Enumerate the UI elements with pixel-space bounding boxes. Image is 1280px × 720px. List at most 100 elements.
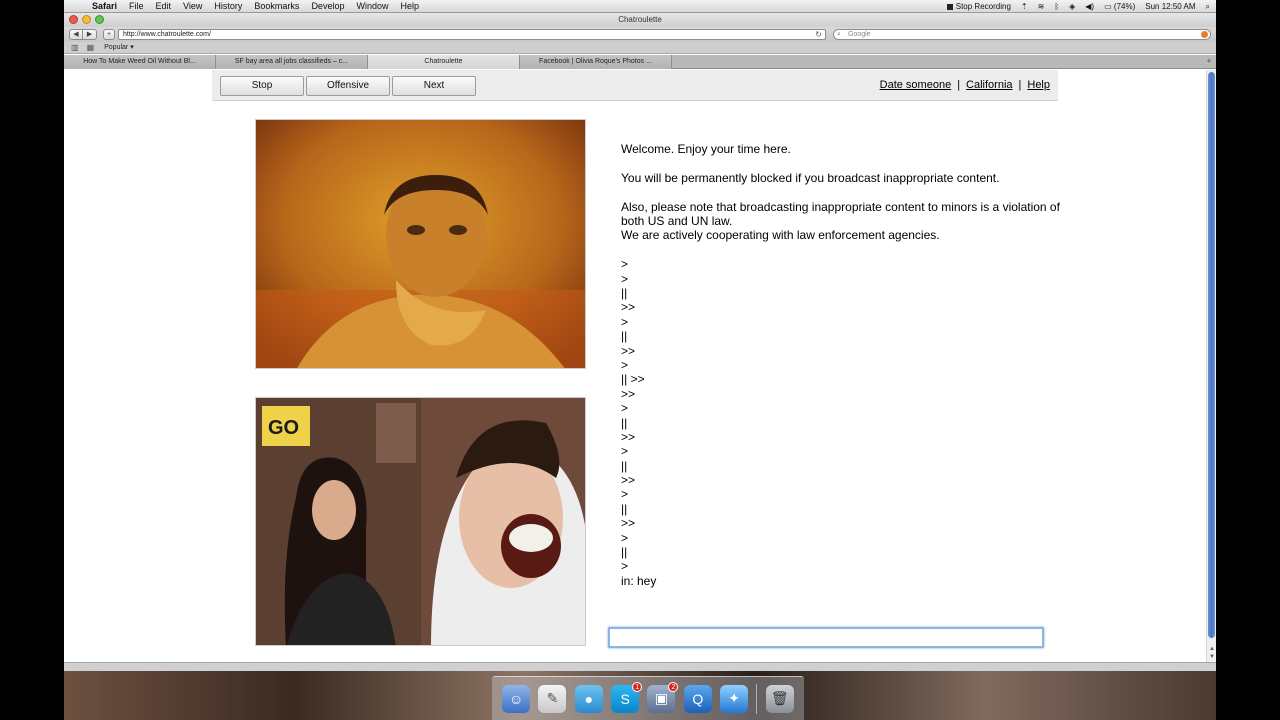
stop-button[interactable]: Stop <box>220 76 304 96</box>
chat-line: || >> <box>621 372 645 387</box>
browser-screen: Safari File Edit View History Bookmarks … <box>64 0 1216 720</box>
menu-status-area: Stop Recording ⇡ ≋ ᛒ ◈ ◀) ▭ (74%) Sun 12… <box>946 0 1210 13</box>
zoom-window-button[interactable] <box>95 15 104 24</box>
chat-line: > <box>621 314 629 329</box>
close-window-button[interactable] <box>69 15 78 24</box>
menu-bookmarks[interactable]: Bookmarks <box>254 1 307 11</box>
link-separator: | <box>957 79 961 91</box>
chat-line: > <box>621 559 629 574</box>
scroll-down-icon[interactable]: ▼ <box>1209 654 1215 660</box>
next-button[interactable]: Next <box>392 76 476 96</box>
dock-separator <box>756 683 758 714</box>
trash-icon[interactable]: 🗑 <box>765 684 794 713</box>
chat-controls-bar: Stop Offensive Next Date someone | Calif… <box>212 70 1058 101</box>
chat-line: > <box>621 257 629 272</box>
link-separator: | <box>1018 79 1022 91</box>
tab-chatroulette[interactable]: Chatroulette <box>368 55 520 69</box>
law-enforcement-notice: We are actively cooperating with law enf… <box>621 228 940 243</box>
battery-icon: ▭ <box>1104 2 1112 11</box>
dock: ☺ ✎ ● S1 ▣ 2 Q ✦ 🗑 <box>492 676 804 720</box>
clock[interactable]: Sun 12:50 AM <box>1145 2 1195 11</box>
address-bar[interactable]: http://www.chatroulette.com/ ↻ <box>118 29 826 40</box>
skype-badge: 1 <box>632 681 643 692</box>
block-warning: You will be permanently blocked if you b… <box>621 170 1000 185</box>
menu-file[interactable]: File <box>129 1 152 11</box>
scroll-thumb[interactable] <box>1208 72 1215 638</box>
menu-view[interactable]: View <box>183 1 210 11</box>
self-video: GO <box>255 397 586 646</box>
spotlight-icon[interactable]: ⌕ <box>1206 2 1210 12</box>
snapback-icon[interactable] <box>1201 31 1208 38</box>
chat-line: > <box>621 444 629 459</box>
tab-facebook[interactable]: Facebook | Olivia Roque's Photos ... <box>520 55 672 69</box>
menu-window[interactable]: Window <box>356 1 396 11</box>
region-link[interactable]: California <box>966 79 1012 91</box>
browser-status-bar <box>64 662 1216 671</box>
textedit-icon[interactable]: ✎ <box>538 684 567 713</box>
quicktime-icon[interactable]: Q <box>683 684 712 713</box>
chat-line: || <box>621 545 628 560</box>
menu-history[interactable]: History <box>214 1 250 11</box>
chat-line: || <box>621 501 628 516</box>
tab-sf-jobs[interactable]: SF bay area all jobs classifieds – c... <box>216 55 368 69</box>
preview-icon[interactable]: ▣ 2 <box>647 681 679 713</box>
chat-line: >> <box>621 516 636 531</box>
help-link[interactable]: Help <box>1027 79 1050 91</box>
header-links: Date someone | California | Help <box>880 79 1050 91</box>
bluetooth-icon[interactable]: ᛒ <box>1054 2 1059 11</box>
bookmarks-bar: ▥ ▦ Popular ▾ <box>64 42 1216 54</box>
chat-line: > <box>621 530 629 545</box>
self-video-frame: GO <box>256 398 585 645</box>
chat-log: Welcome. Enjoy your time here. You will … <box>621 142 1061 588</box>
battery-indicator[interactable]: ▭ (74%) <box>1104 2 1135 11</box>
offensive-button[interactable]: Offensive <box>306 76 390 96</box>
menu-develop[interactable]: Develop <box>311 1 352 11</box>
menu-bar: Safari File Edit View History Bookmarks … <box>64 0 1216 13</box>
chat-line: >> <box>621 300 636 315</box>
add-bookmark-button[interactable]: + <box>103 29 115 40</box>
menu-edit[interactable]: Edit <box>156 1 180 11</box>
chat-line: >> <box>621 343 636 358</box>
timemachine-icon[interactable]: ⇡ <box>1021 2 1028 11</box>
date-someone-link[interactable]: Date someone <box>880 79 952 91</box>
window-title: Chatroulette <box>618 15 662 24</box>
tab-bar: How To Make Weed Oil Without Bl... SF ba… <box>64 55 1216 69</box>
reading-list-icon[interactable]: ▥ <box>71 42 79 54</box>
menu-help[interactable]: Help <box>400 1 427 11</box>
chat-input[interactable] <box>608 627 1044 648</box>
tab-weed-oil[interactable]: How To Make Weed Oil Without Bl... <box>64 55 216 69</box>
search-field[interactable]: ⌕ Google <box>833 29 1211 40</box>
page-scrollbar[interactable]: ▲ ▼ <box>1206 70 1216 662</box>
ichat-icon[interactable]: ● <box>574 684 603 713</box>
new-tab-icon[interactable]: + <box>1202 55 1216 68</box>
finder-icon[interactable]: ☺ <box>502 684 531 713</box>
bookmark-popular[interactable]: Popular ▾ <box>104 42 134 54</box>
chat-line: >> <box>621 473 636 488</box>
chat-line: > <box>621 401 629 416</box>
chat-line: >> <box>621 386 636 401</box>
chat-line: || <box>621 458 628 473</box>
search-placeholder: Google <box>848 31 871 38</box>
sync-icon[interactable]: ◈ <box>1069 2 1075 11</box>
skype-icon[interactable]: S1 <box>611 681 643 713</box>
browser-toolbar: ◀ ▶ + http://www.chatroulette.com/ ↻ ⌕ G… <box>64 27 1216 42</box>
minimize-window-button[interactable] <box>82 15 91 24</box>
stranger-video-frame <box>256 120 585 368</box>
chat-line: || <box>621 285 628 300</box>
svg-text:GO: GO <box>268 417 299 439</box>
window-titlebar: Chatroulette <box>64 13 1216 27</box>
back-button[interactable]: ◀ <box>69 29 83 40</box>
scroll-up-icon[interactable]: ▲ <box>1209 646 1215 652</box>
volume-icon[interactable]: ◀) <box>1085 2 1094 11</box>
menu-app-name[interactable]: Safari <box>92 1 125 11</box>
stop-recording-item[interactable]: Stop Recording <box>946 2 1011 11</box>
chat-line: > <box>621 357 629 372</box>
wifi-icon[interactable]: ≋ <box>1038 2 1045 11</box>
welcome-message: Welcome. Enjoy your time here. <box>621 142 791 156</box>
chat-line: || <box>621 329 628 344</box>
forward-button[interactable]: ▶ <box>83 29 97 40</box>
reload-icon[interactable]: ↻ <box>815 30 822 39</box>
top-sites-icon[interactable]: ▦ <box>87 42 95 54</box>
safari-icon[interactable]: ✦ <box>720 684 749 713</box>
chat-line: >> <box>621 429 636 444</box>
